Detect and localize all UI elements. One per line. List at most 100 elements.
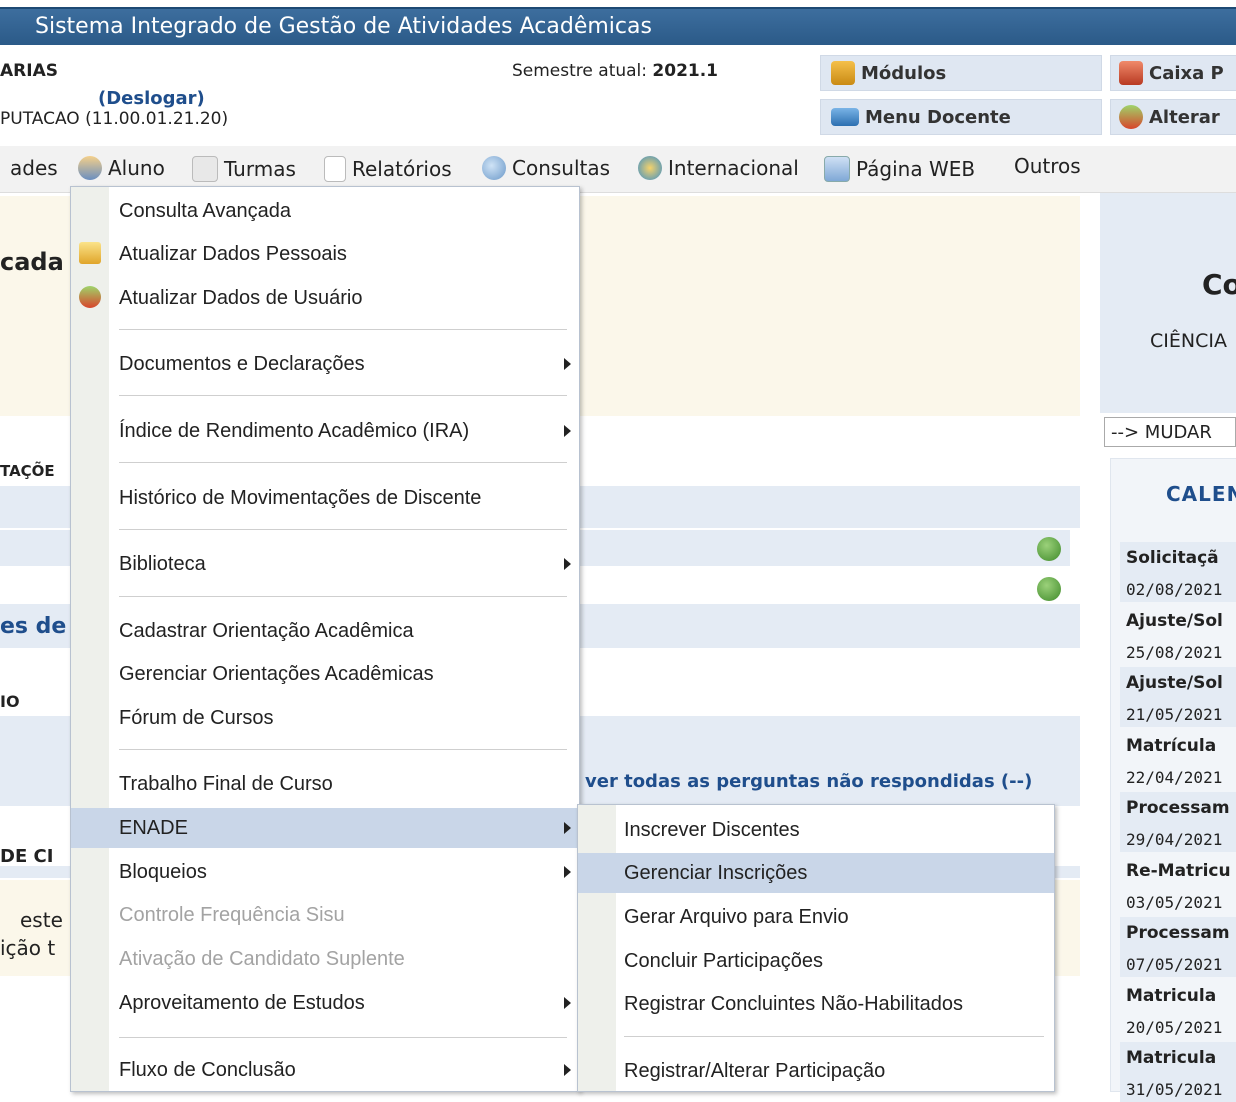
menu-internacional[interactable]: Internacional	[638, 156, 799, 180]
network-icon	[831, 108, 859, 126]
menu-pagina-web[interactable]: Página WEB	[824, 156, 975, 182]
enade-submenu-item[interactable]: Concluir Participações	[578, 941, 1054, 981]
building-icon	[192, 156, 218, 182]
menu-item-label: Trabalho Final de Curso	[119, 773, 333, 795]
menu-item-label: Inscrever Discentes	[624, 819, 800, 841]
menu-separator	[119, 529, 567, 530]
menu-item-label: Fórum de Cursos	[119, 707, 274, 729]
aluno-menu-item[interactable]: Documentos e Declarações	[71, 344, 579, 384]
menu-item-label: Gerenciar Inscrições	[624, 862, 808, 884]
enade-submenu-item[interactable]: Gerenciar Inscrições	[578, 853, 1054, 893]
semester-value: 2021.1	[652, 61, 719, 81]
calendar-event-title: Matricula	[1126, 1048, 1217, 1068]
notice-text: este	[20, 908, 63, 932]
modulos-button[interactable]: Módulos	[820, 55, 1102, 91]
calendar-event-title: Solicitaçã	[1126, 548, 1219, 568]
menu-aluno[interactable]: Aluno	[78, 156, 165, 180]
menu-turmas[interactable]: Turmas	[192, 156, 296, 182]
calendar-event-title: Re-Matricu	[1126, 860, 1231, 881]
enade-submenu-item[interactable]: Registrar/Alterar Participação	[578, 1051, 1054, 1091]
alterar-senha-button[interactable]: Alterar	[1110, 99, 1236, 135]
submenu-arrow-icon	[564, 822, 571, 834]
calendar-event-date: 02/08/2021	[1126, 580, 1223, 599]
menu-item-label: Aproveitamento de Estudos	[119, 992, 365, 1014]
aluno-menu-item[interactable]: Bloqueios	[71, 852, 579, 892]
cube-icon	[831, 61, 855, 85]
change-course-link[interactable]: --> MUDAR	[1104, 417, 1236, 447]
enade-submenu-item[interactable]: Inscrever Discentes	[578, 810, 1054, 850]
menu-docente-label: Menu Docente	[865, 106, 1011, 128]
aluno-menu-item[interactable]: Fórum de Cursos	[71, 698, 579, 738]
orientacoes-heading: TAÇÕE	[0, 462, 55, 480]
calendar-event-date: 21/05/2021	[1126, 705, 1223, 724]
submenu-arrow-icon	[564, 1064, 571, 1076]
menu-item-label: Consulta Avançada	[119, 200, 291, 222]
menu-consultas[interactable]: Consultas	[482, 156, 610, 180]
calendar-event-date: 07/05/2021	[1126, 955, 1223, 974]
aluno-menu-item[interactable]: Índice de Rendimento Acadêmico (IRA)	[71, 411, 579, 451]
submenu-arrow-icon	[564, 866, 571, 878]
menu-item-label: Bloqueios	[119, 861, 207, 883]
go-arrow-icon[interactable]	[1037, 537, 1061, 561]
menu-item-label: Controle Frequência Sisu	[119, 904, 345, 926]
menu-item-label: Atualizar Dados de Usuário	[119, 287, 363, 309]
menu-item-label: Concluir Participações	[624, 950, 823, 972]
menu-item-label: Documentos e Declarações	[119, 353, 365, 375]
calendar-event-title: Ajuste/Sol	[1126, 610, 1223, 631]
calendar-event-date: 03/05/2021	[1126, 892, 1223, 912]
aluno-menu-item[interactable]: Consulta Avançada	[71, 191, 579, 231]
caixa-label: Caixa P	[1149, 62, 1224, 84]
menu-item-label: Cadastrar Orientação Acadêmica	[119, 620, 414, 642]
section-title-fragment: cada	[0, 248, 64, 276]
label-fragment: IO	[0, 692, 20, 711]
menu-outros[interactable]: Outros	[1014, 154, 1081, 178]
aluno-menu-item[interactable]: Cadastrar Orientação Acadêmica	[71, 611, 579, 651]
menu-docente-button[interactable]: Menu Docente	[820, 99, 1102, 135]
menu-separator	[119, 395, 567, 396]
menu-relatorios[interactable]: Relatórios	[324, 156, 452, 182]
user-icon	[78, 156, 102, 180]
aluno-menu-item[interactable]: Fluxo de Conclusão	[71, 1050, 579, 1090]
section-title-fragment: es de	[0, 614, 67, 639]
go-arrow-icon[interactable]	[1037, 577, 1061, 601]
aluno-menu-item[interactable]: Gerenciar Orientações Acadêmicas	[71, 654, 579, 694]
menu-separator	[119, 596, 567, 597]
calendar-event-date: 25/08/2021	[1126, 642, 1223, 662]
logout-link[interactable]: (Deslogar)	[98, 88, 205, 109]
unanswered-questions-link[interactable]: ver todas as perguntas não respondidas (…	[585, 771, 1032, 792]
aluno-menu-item[interactable]: Trabalho Final de Curso	[71, 764, 579, 804]
menu-item-label: Gerar Arquivo para Envio	[624, 906, 849, 928]
menu-item-label: Biblioteca	[119, 553, 206, 575]
enade-submenu: Inscrever Discentes Gerenciar Inscrições G…	[577, 804, 1055, 1092]
menu-item-label: Ativação de Candidato Suplente	[119, 948, 405, 970]
label-fragment: DE CI	[0, 846, 54, 867]
aluno-menu-item[interactable]: ENADE	[71, 808, 579, 848]
menu-item-label: Histórico de Movimentações de Discente	[119, 487, 482, 509]
user-info-bar: ARIAS (Deslogar) PUTACAO (11.00.01.21.20…	[0, 45, 1236, 143]
aluno-menu-item[interactable]: Aproveitamento de Estudos	[71, 983, 579, 1023]
course-name-fragment: CIÊNCIA	[1150, 330, 1227, 352]
magnifier-icon	[482, 156, 506, 180]
alterar-label: Alterar	[1149, 106, 1220, 128]
aluno-menu-item: Controle Frequência Sisu	[71, 895, 579, 935]
calendar-event-title: Ajuste/Sol	[1126, 673, 1223, 693]
aluno-dropdown-menu: Consulta Avançada Atualizar Dados Pessoai…	[70, 186, 580, 1092]
enade-submenu-item[interactable]: Gerar Arquivo para Envio	[578, 897, 1054, 937]
calendar-event-title: Matricula	[1126, 985, 1217, 1006]
menu-atividades[interactable]: ades	[10, 156, 58, 180]
menu-separator	[119, 462, 567, 463]
user-name: ARIAS	[0, 61, 58, 81]
aluno-menu-item[interactable]: Atualizar Dados Pessoais	[71, 234, 579, 274]
aluno-menu-item[interactable]: Histórico de Movimentações de Discente	[71, 478, 579, 518]
menu-separator	[119, 1037, 567, 1038]
aluno-menu-item[interactable]: Biblioteca	[71, 544, 579, 584]
mailbox-icon	[1119, 61, 1143, 85]
caixa-postal-button[interactable]: Caixa P	[1110, 55, 1236, 91]
aluno-menu-item[interactable]: Atualizar Dados de Usuário	[71, 278, 579, 318]
calendar-title: CALEN	[1166, 482, 1236, 506]
enade-submenu-item[interactable]: Registrar Concluintes Não-Habilitados	[578, 984, 1054, 1024]
semester-label: Semestre atual:	[512, 61, 647, 81]
menu-item-label: Registrar/Alterar Participação	[624, 1060, 886, 1082]
menu-item-label: Registrar Concluintes Não-Habilitados	[624, 993, 964, 1015]
submenu-arrow-icon	[564, 425, 571, 437]
